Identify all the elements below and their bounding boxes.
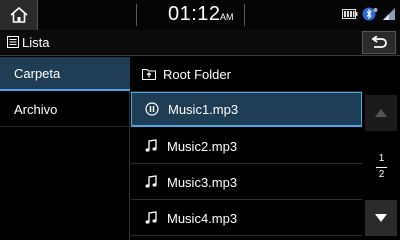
clock-ampm: AM	[220, 12, 234, 22]
triangle-down-icon	[375, 214, 387, 222]
file-name: Music3.mp3	[167, 174, 238, 190]
scroll-down-button[interactable]	[365, 200, 397, 236]
title-bar: Lista	[0, 30, 400, 56]
status-icons	[342, 7, 396, 21]
file-name: Music4.mp3	[167, 210, 238, 226]
category-item-archivo[interactable]: Archivo	[0, 93, 130, 127]
file-name: Music2.mp3	[167, 138, 238, 154]
file-item-music2[interactable]: Music2.mp3	[131, 129, 362, 164]
page-total: 2	[378, 169, 385, 180]
triangle-up-icon	[375, 109, 387, 117]
back-arrow-icon	[371, 35, 387, 48]
folder-up-icon	[139, 68, 159, 80]
scroll-up-button[interactable]	[365, 95, 397, 131]
scroll-column: 1 2	[363, 57, 400, 240]
clock-time: 01:12	[168, 3, 221, 25]
signal-icon	[383, 8, 395, 20]
root-folder-item[interactable]: Root Folder	[131, 57, 362, 92]
list-icon	[7, 36, 19, 48]
category-label: Archivo	[14, 102, 58, 117]
page-title: Lista	[22, 35, 50, 50]
status-bar: 01:12 AM	[0, 0, 400, 30]
file-item-music1[interactable]: Music1.mp3	[131, 92, 362, 127]
page-current: 1	[378, 153, 385, 164]
home-button[interactable]	[0, 0, 38, 30]
music-note-icon	[141, 175, 161, 189]
bluetooth-icon	[362, 7, 378, 21]
folder-label: Root Folder	[163, 66, 231, 82]
home-icon	[9, 7, 28, 23]
pause-icon	[142, 102, 162, 116]
file-list: Root Folder Music1.mp3 Music2.mp3 Music3…	[131, 57, 362, 240]
status-divider-left	[136, 4, 137, 26]
status-divider-right	[244, 4, 245, 26]
file-item-music4[interactable]: Music4.mp3	[131, 201, 362, 236]
back-button[interactable]	[362, 31, 396, 54]
music-note-icon	[141, 211, 161, 225]
category-label: Carpeta	[14, 66, 61, 81]
file-item-music3[interactable]: Music3.mp3	[131, 165, 362, 200]
page-divider	[376, 167, 387, 168]
category-panel: Carpeta Archivo	[0, 57, 130, 240]
file-name: Music1.mp3	[168, 101, 239, 117]
battery-icon	[342, 9, 358, 19]
music-note-icon	[141, 139, 161, 153]
category-item-carpeta[interactable]: Carpeta	[0, 57, 130, 91]
